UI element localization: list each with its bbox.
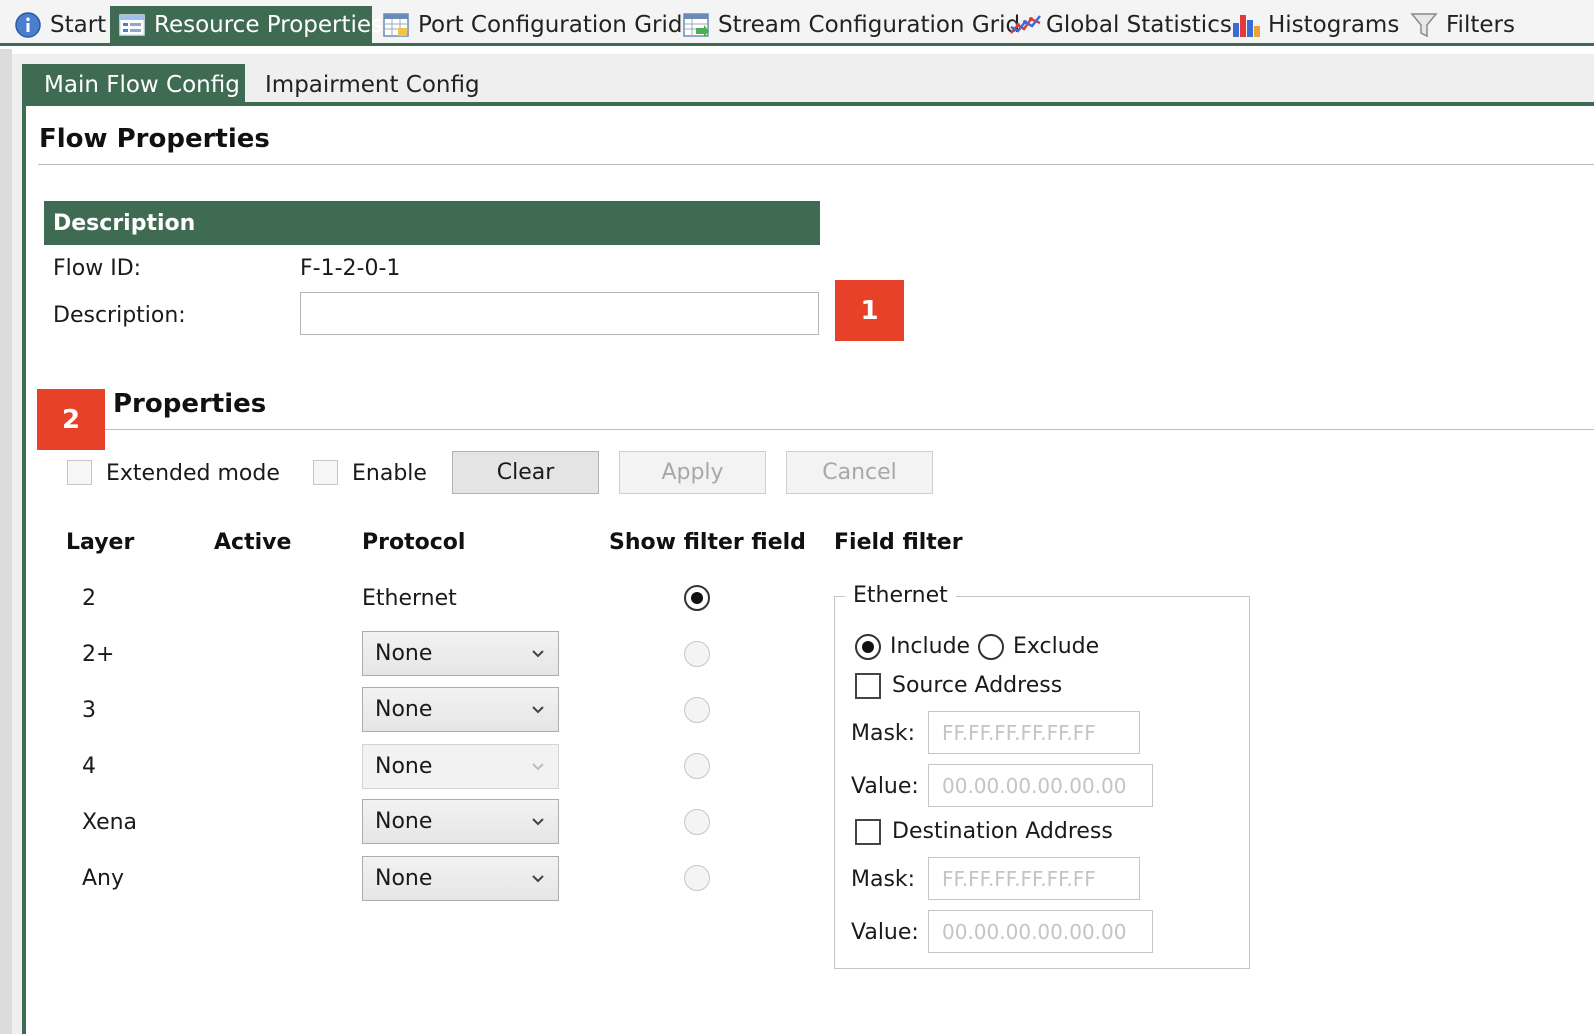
- tab-main-flow-config[interactable]: Main Flow Config: [22, 64, 245, 106]
- show-filter-radio-layer-4[interactable]: [684, 753, 710, 779]
- tab-impairment-config[interactable]: Impairment Config: [265, 64, 480, 106]
- destination-mask-input[interactable]: FF.FF.FF.FF.FF.FF: [928, 857, 1140, 900]
- source-mask-label: Mask:: [851, 721, 916, 746]
- chevron-down-icon: [532, 763, 544, 771]
- enable-label: Enable: [352, 461, 427, 486]
- show-filter-radio-layer-any[interactable]: [684, 865, 710, 891]
- enable-checkbox[interactable]: [313, 460, 338, 485]
- line-chart-icon: [1010, 11, 1041, 39]
- include-radio[interactable]: [855, 634, 881, 660]
- chevron-down-icon: [532, 875, 544, 883]
- tab-start[interactable]: Start: [10, 6, 112, 44]
- destination-address-label: Destination Address: [892, 819, 1113, 844]
- column-header-protocol: Protocol: [362, 530, 466, 555]
- description-header: Description: [44, 201, 820, 245]
- chevron-down-icon: [532, 650, 544, 658]
- column-header-show-filter-field: Show filter field: [609, 530, 806, 555]
- sub-tab-bar: Main Flow Config Impairment Config: [22, 64, 1594, 106]
- destination-value-input[interactable]: 00.00.00.00.00.00: [928, 910, 1153, 953]
- column-header-layer: Layer: [66, 530, 135, 555]
- protocol-select-layer-3[interactable]: None: [362, 687, 559, 732]
- grid-icon: [382, 11, 410, 39]
- flow-properties-divider: [38, 164, 1594, 165]
- ethernet-filter-group-title: Ethernet: [845, 583, 956, 608]
- properties-icon: [118, 11, 146, 39]
- protocol-select-layer-2plus[interactable]: None: [362, 631, 559, 676]
- callout-badge-2: 2: [37, 389, 105, 450]
- column-header-active: Active: [214, 530, 292, 555]
- grid-arrow-icon: [682, 11, 710, 39]
- left-rail: [0, 49, 12, 1034]
- protocol-select-layer-xena[interactable]: None: [362, 799, 559, 844]
- description-label: Description:: [53, 303, 186, 328]
- apply-button[interactable]: Apply: [619, 451, 766, 494]
- show-filter-radio-layer-3[interactable]: [684, 697, 710, 723]
- tab-histograms[interactable]: Histograms: [1232, 6, 1399, 44]
- protocol-select-layer-4[interactable]: None: [362, 744, 559, 789]
- source-address-label: Source Address: [892, 673, 1063, 698]
- chevron-down-icon: [532, 706, 544, 714]
- main-flow-config-panel: [22, 106, 1594, 1034]
- exclude-radio[interactable]: [978, 634, 1004, 660]
- destination-address-checkbox[interactable]: [855, 819, 881, 845]
- info-icon: [14, 11, 42, 39]
- extended-mode-checkbox[interactable]: [67, 460, 92, 485]
- callout-badge-1: 1: [835, 280, 904, 341]
- flow-id-label: Flow ID:: [53, 256, 142, 281]
- funnel-icon: [1410, 11, 1438, 39]
- exclude-label: Exclude: [1013, 634, 1100, 659]
- protocol-cell: Ethernet: [362, 586, 457, 611]
- properties-divider: [105, 429, 1594, 430]
- layer-cell: 2: [82, 586, 96, 611]
- tab-global-statistics[interactable]: Global Statistics: [1010, 6, 1232, 44]
- main-tab-bar: Start Resource Properties Port Configura…: [0, 0, 1594, 46]
- layer-cell: Any: [82, 866, 125, 891]
- tab-port-configuration-grid[interactable]: Port Configuration Grid: [382, 6, 682, 44]
- show-filter-radio-layer-2[interactable]: [684, 585, 710, 611]
- bar-chart-icon: [1232, 11, 1260, 39]
- layer-cell: 3: [82, 698, 96, 723]
- extended-mode-label: Extended mode: [106, 461, 280, 486]
- tab-stream-configuration-grid[interactable]: Stream Configuration Grid: [682, 6, 1020, 44]
- protocol-select-layer-any[interactable]: None: [362, 856, 559, 901]
- tab-filters[interactable]: Filters: [1410, 6, 1515, 44]
- layer-cell: Xena: [82, 810, 138, 835]
- flow-properties-title: Flow Properties: [39, 124, 270, 154]
- source-value-input[interactable]: 00.00.00.00.00.00: [928, 764, 1153, 807]
- source-mask-input[interactable]: FF.FF.FF.FF.FF.FF: [928, 711, 1140, 754]
- description-input[interactable]: [300, 292, 819, 335]
- flow-id-value: F-1-2-0-1: [300, 256, 401, 281]
- layer-cell: 2+: [82, 642, 115, 667]
- cancel-button[interactable]: Cancel: [786, 451, 933, 494]
- show-filter-radio-layer-2plus[interactable]: [684, 641, 710, 667]
- layer-cell: 4: [82, 754, 96, 779]
- destination-mask-label: Mask:: [851, 867, 916, 892]
- show-filter-radio-layer-xena[interactable]: [684, 809, 710, 835]
- tab-resource-properties[interactable]: Resource Properties: [110, 6, 383, 44]
- source-address-checkbox[interactable]: [855, 673, 881, 699]
- include-label: Include: [890, 634, 971, 659]
- destination-value-label: Value:: [851, 920, 919, 945]
- chevron-down-icon: [532, 818, 544, 826]
- clear-button[interactable]: Clear: [452, 451, 599, 494]
- properties-title: Properties: [113, 389, 267, 419]
- source-value-label: Value:: [851, 774, 919, 799]
- column-header-field-filter: Field filter: [834, 530, 963, 555]
